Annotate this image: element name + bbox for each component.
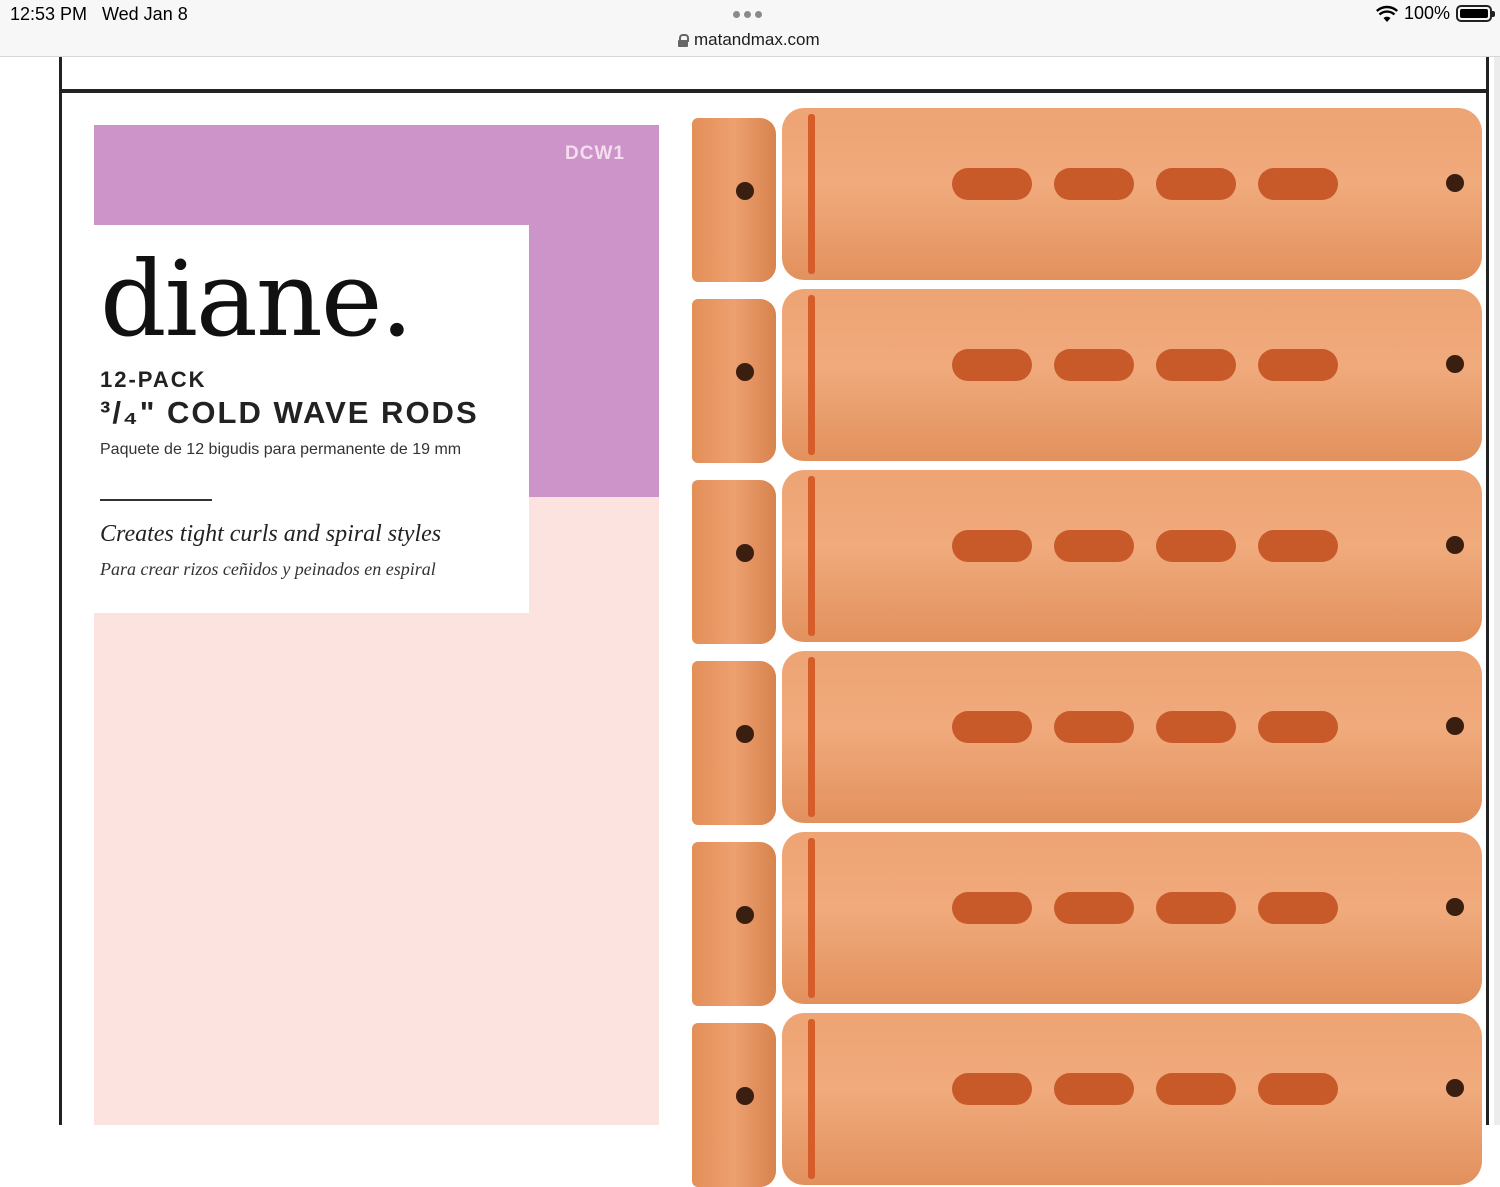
- perm-rod: [782, 1013, 1482, 1185]
- scrollbar[interactable]: [1494, 57, 1500, 1125]
- frame-right-border: [1486, 57, 1489, 1125]
- status-bar: 12:53 PM Wed Jan 8 matandmax.com 100%: [0, 0, 1500, 57]
- rod-row: [690, 289, 1486, 463]
- perm-rod: [782, 470, 1482, 642]
- wifi-icon: [1375, 5, 1398, 22]
- rod-end: [692, 118, 776, 282]
- more-dots-icon[interactable]: [733, 11, 762, 18]
- rod-row: [690, 108, 1486, 282]
- rod-end: [692, 842, 776, 1006]
- rod-end: [692, 299, 776, 463]
- battery-percent: 100%: [1403, 3, 1450, 23]
- rod-end: [692, 661, 776, 825]
- rod-row: [690, 651, 1486, 825]
- product-name: ³/₄" COLD WAVE RODS: [100, 395, 479, 430]
- rods-image: [690, 108, 1486, 1187]
- rod-end: [692, 1023, 776, 1187]
- battery-icon: [1456, 5, 1495, 22]
- label-box: diane. 12-PACK ³/₄" COLD WAVE RODS Paque…: [94, 225, 529, 613]
- tagline: Creates tight curls and spiral styles: [100, 521, 442, 547]
- product-code: DCW1: [565, 143, 625, 164]
- web-content[interactable]: DCW1 diane. 12-PACK ³/₄" COLD WAVE RODS …: [0, 57, 1500, 1187]
- perm-rod: [782, 289, 1482, 461]
- address-bar[interactable]: matandmax.com: [678, 30, 820, 50]
- rod-row: [690, 470, 1486, 644]
- rod-row: [690, 832, 1486, 1006]
- perm-rod: [782, 108, 1482, 280]
- status-time: 12:53 PM: [10, 4, 88, 24]
- rod-row: [690, 1013, 1486, 1187]
- divider: [100, 499, 212, 501]
- tagline-spanish: Para crear rizos ceñidos y peinados en e…: [100, 559, 436, 579]
- perm-rod: [782, 651, 1482, 823]
- brand-logo: diane.: [100, 238, 413, 360]
- status-date: Wed Jan 8: [102, 4, 188, 24]
- status-indicators: 100%: [1375, 3, 1495, 24]
- product-name-spanish: Paquete de 12 bigudis para permanente de…: [100, 441, 462, 458]
- rod-end: [692, 480, 776, 644]
- product-image: DCW1 diane. 12-PACK ³/₄" COLD WAVE RODS …: [62, 93, 1486, 1187]
- perm-rod: [782, 832, 1482, 1004]
- url-text: matandmax.com: [694, 30, 820, 49]
- pack-count: 12-PACK: [100, 367, 207, 392]
- lock-icon: [678, 33, 689, 47]
